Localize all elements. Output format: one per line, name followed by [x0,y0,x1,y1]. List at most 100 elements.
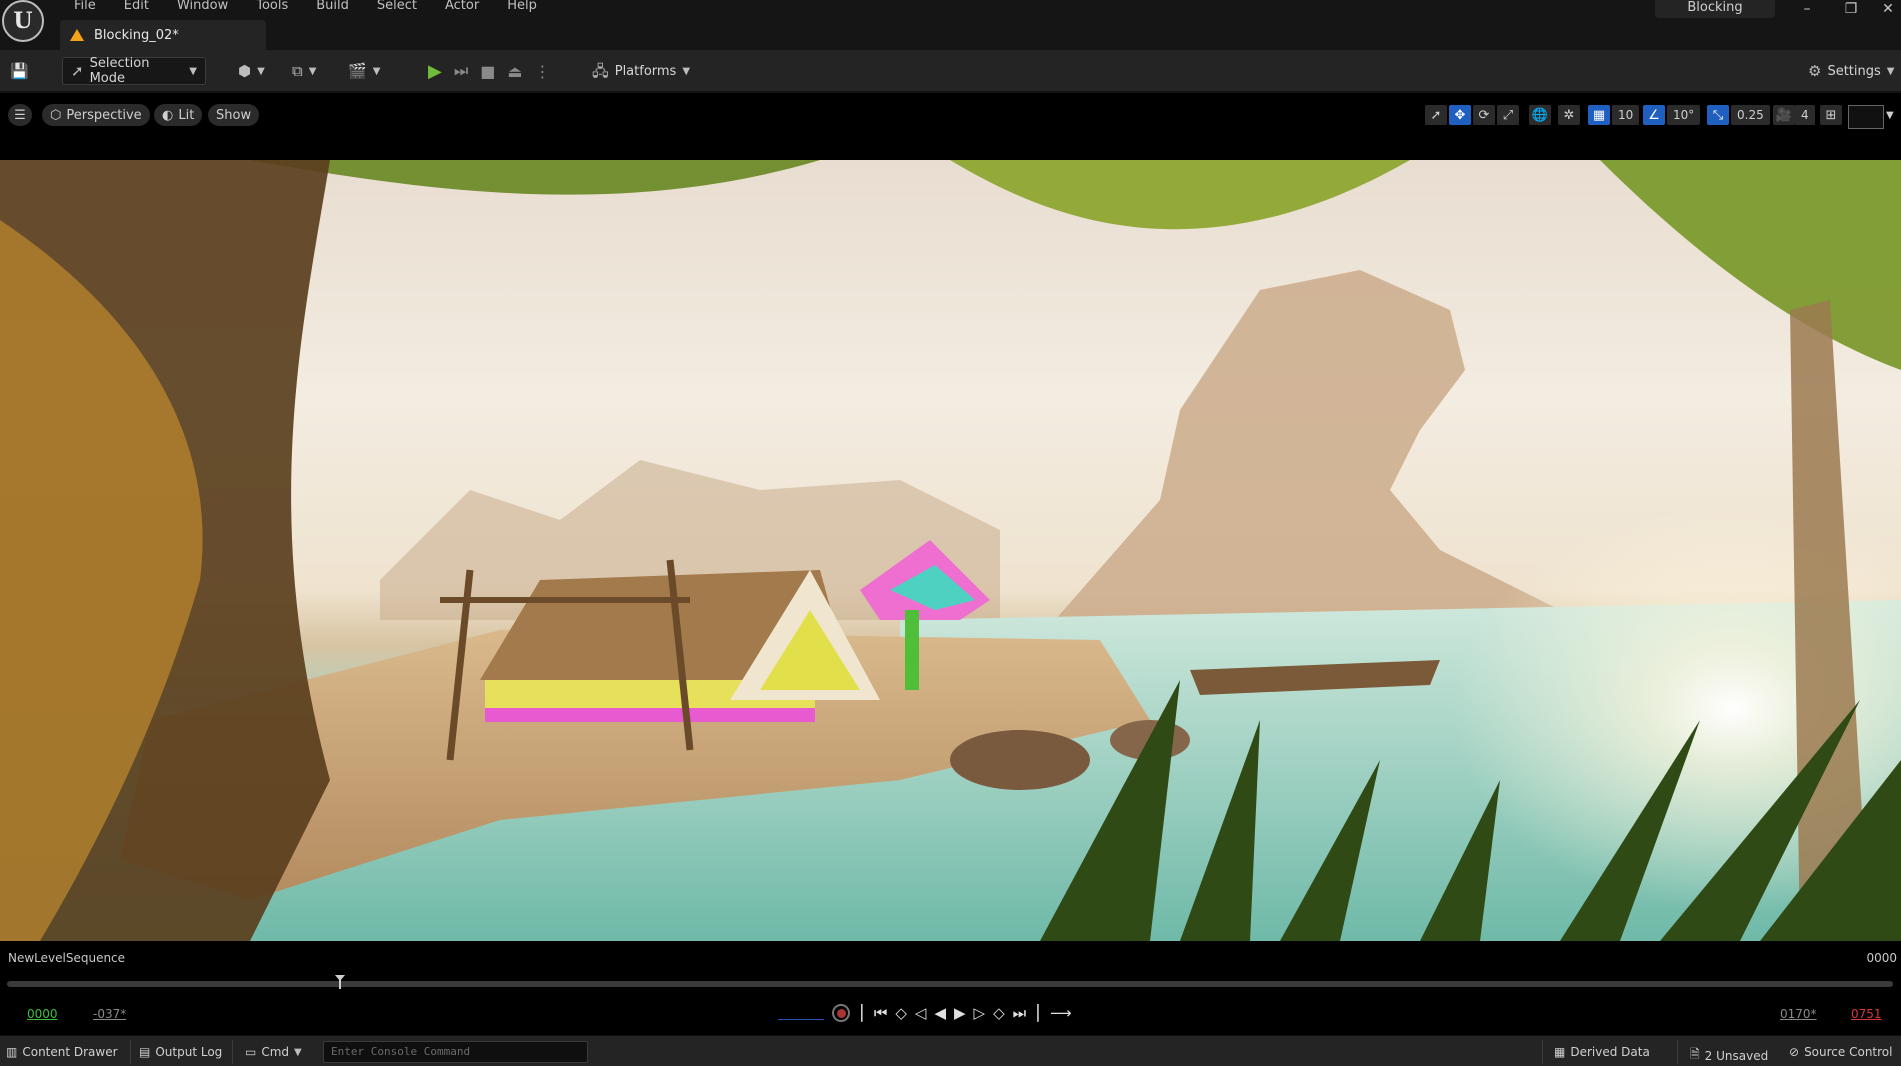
minimize-icon[interactable]: – [1792,0,1822,18]
selection-mode-dropdown[interactable]: ➚ Selection Mode ▼ [62,56,206,86]
perspective-button[interactable]: ⬡ Perspective [42,104,150,126]
show-label: Show [216,107,252,123]
cmd-dropdown[interactable]: ▭ Cmd ▼ [245,1045,302,1059]
content-drawer-icon: ▥ [6,1045,18,1059]
select-tool-icon[interactable]: ➚ [1425,105,1447,125]
end-frame-out[interactable]: 0751 [1851,1007,1882,1021]
eject-icon[interactable]: ⏏ [507,62,522,81]
main-menu: File Edit Window Tools Build Select Acto… [60,0,551,14]
rotation-snap-icon[interactable]: ∠ [1643,105,1665,125]
next-key-icon[interactable]: ◇ [993,1004,1005,1022]
timeline-track[interactable] [7,981,1893,987]
rotation-snap-value[interactable]: 10° [1667,105,1701,125]
level-warning-icon [70,29,84,41]
divider [1542,1040,1543,1064]
settings-dropdown[interactable]: ⚙ Settings ▼ [1808,57,1894,85]
loop-icon[interactable]: ⟶ [1050,1004,1072,1022]
step-back-icon[interactable]: ◁ [915,1004,927,1022]
source-control-icon: ⊘ [1789,1045,1800,1059]
add-actor-button[interactable]: ⬢ ▼ [238,57,265,85]
platforms-icon: 🖧 [592,61,609,80]
viewport-menu-button[interactable]: ☰ [8,104,32,126]
grid-snap-icon[interactable]: ▦ [1588,105,1610,125]
camera-speed-icon[interactable]: 🎥 [1773,105,1795,125]
scale-tool-icon[interactable]: ⤢ [1497,105,1519,125]
gear-icon: ⚙ [1808,61,1822,80]
console-input[interactable]: Enter Console Command [323,1041,588,1063]
save-button[interactable]: 💾 [10,57,29,85]
clapboard-icon: 🎬 [348,61,367,80]
beach-rock [950,730,1090,790]
platforms-dropdown[interactable]: 🖧 Platforms ▼ [592,57,690,85]
derived-data-label: Derived Data [1570,1045,1650,1059]
record-icon[interactable] [832,1004,850,1022]
source-control-button[interactable]: ⊘ Source Control [1789,1045,1892,1059]
camera-speed-value[interactable]: 4 [1795,105,1815,125]
menu-select[interactable]: Select [363,0,431,14]
level-viewport[interactable] [0,160,1901,941]
lit-button[interactable]: ◐ Lit [154,104,203,126]
play-reverse-icon[interactable]: ◀ [934,1004,946,1022]
rotate-tool-icon[interactable]: ⟳ [1473,105,1495,125]
unreal-logo-icon[interactable]: U [2,0,44,42]
platforms-label: Platforms [614,63,677,79]
save-icon: 💾 [10,61,29,80]
end-frame-in[interactable]: 0170* [1780,1007,1817,1021]
menu-tools[interactable]: Tools [242,0,302,14]
chevron-down-icon[interactable]: ▼ [1886,105,1894,125]
step-forward-icon[interactable]: ▷ [974,1004,986,1022]
stop-icon[interactable]: ■ [480,62,495,81]
surface-snap-icon[interactable]: ✲ [1558,105,1580,125]
close-icon[interactable]: ✕ [1873,0,1901,18]
unsaved-button[interactable]: 🗎 2 Unsaved [1690,1045,1768,1066]
world-space-icon[interactable]: 🌐 [1529,105,1551,125]
menu-edit[interactable]: Edit [110,0,163,14]
step-icon[interactable]: ⏭ [454,61,468,81]
content-drawer-button[interactable]: ▥ Content Drawer [6,1045,118,1059]
layout-tab[interactable]: Blocking [1655,0,1775,18]
perspective-label: Perspective [66,107,142,123]
cinematics-button[interactable]: 🎬 ▼ [348,57,380,85]
menu-help[interactable]: Help [493,0,551,14]
source-control-label: Source Control [1804,1045,1893,1059]
output-log-button[interactable]: ▤ Output Log [139,1045,222,1059]
chevron-down-icon: ▼ [294,1046,302,1058]
sequence-end-label: 0000 [1866,951,1897,965]
unsaved-label: 2 Unsaved [1704,1048,1769,1063]
menu-window[interactable]: Window [163,0,242,14]
menu-file[interactable]: File [60,0,110,14]
scale-snap-icon[interactable]: ⤡ [1707,105,1729,125]
start-frame[interactable]: -037* [93,1007,126,1021]
maximize-viewport-icon[interactable]: ⊞ [1820,105,1842,125]
playback-speed-field[interactable] [778,1006,824,1020]
jump-to-next-key-icon[interactable]: ⏭ [1013,1004,1027,1022]
hut-2-post [905,610,919,690]
more-options-icon[interactable]: ⋮ [535,62,551,81]
lit-icon: ◐ [162,107,174,123]
menu-build[interactable]: Build [302,0,363,14]
divider [232,1040,233,1064]
restore-icon[interactable]: ❐ [1836,0,1866,18]
translate-tool-icon[interactable]: ✥ [1449,105,1471,125]
play-icon[interactable]: ▶ [428,61,442,82]
document-tab-label: Blocking_02* [94,27,179,43]
lit-label: Lit [178,107,195,123]
jump-to-end-icon[interactable]: ⎮ [1034,1004,1042,1022]
selection-mode-label: Selection Mode [89,56,150,86]
show-button[interactable]: Show [208,104,260,126]
play-icon[interactable]: ▶ [954,1004,966,1022]
playhead[interactable] [335,975,345,989]
current-frame[interactable]: 0000 [27,1007,58,1021]
viewport-layout-icon[interactable] [1848,105,1884,129]
scale-snap-value[interactable]: 0.25 [1731,105,1770,125]
derived-data-button[interactable]: ▦ Derived Data [1554,1045,1650,1059]
jump-to-start-icon[interactable]: ⎮ [858,1004,866,1022]
jump-to-previous-key-icon[interactable]: ⏮ [874,1004,888,1022]
chevron-down-icon: ▼ [308,65,317,77]
status-bar: ▥ Content Drawer ▤ Output Log ▭ Cmd ▼ En… [0,1035,1901,1066]
blueprint-button[interactable]: ⧉ ▼ [292,57,316,85]
previous-key-icon[interactable]: ◇ [895,1004,907,1022]
grid-snap-value[interactable]: 10 [1612,105,1640,125]
menu-actor[interactable]: Actor [431,0,493,14]
document-tab[interactable]: Blocking_02* [60,20,266,50]
